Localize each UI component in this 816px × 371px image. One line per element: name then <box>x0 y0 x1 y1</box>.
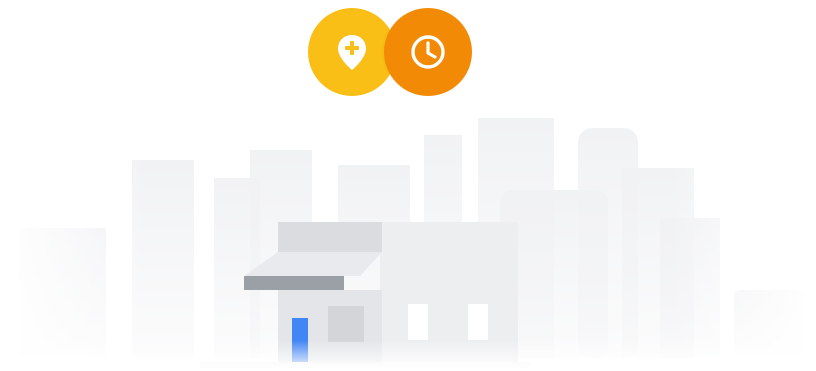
store-awning-edge <box>244 276 344 290</box>
store-window <box>408 304 428 340</box>
store-window <box>468 304 488 340</box>
empty-state-illustration <box>0 0 816 371</box>
clock-icon <box>411 35 445 69</box>
add-place-badge <box>308 8 396 96</box>
history-badge <box>384 8 472 96</box>
store-sign <box>278 222 382 252</box>
add-location-icon <box>338 35 366 70</box>
shop-window <box>328 306 364 342</box>
